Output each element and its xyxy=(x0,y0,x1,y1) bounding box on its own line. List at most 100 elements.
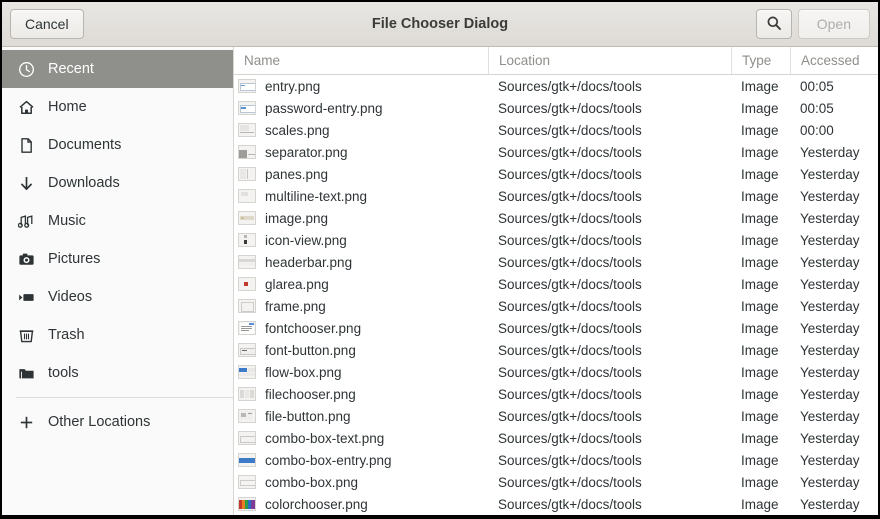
folder-icon xyxy=(16,363,36,383)
file-name-label: colorchooser.png xyxy=(265,497,368,512)
open-button[interactable]: Open xyxy=(798,9,870,39)
file-type-cell: Image xyxy=(731,497,790,512)
file-location-cell: Sources/gtk+/docs/tools xyxy=(488,145,731,160)
file-location-cell: Sources/gtk+/docs/tools xyxy=(488,79,731,94)
table-row[interactable]: flow-box.pngSources/gtk+/docs/toolsImage… xyxy=(234,361,878,383)
file-location-cell: Sources/gtk+/docs/tools xyxy=(488,321,731,336)
file-type-cell: Image xyxy=(731,123,790,138)
column-header-type[interactable]: Type xyxy=(731,47,790,74)
file-name-label: image.png xyxy=(265,211,328,226)
file-type-cell: Image xyxy=(731,343,790,358)
file-thumbnail-icon xyxy=(238,299,256,313)
file-type-cell: Image xyxy=(731,101,790,116)
table-row[interactable]: fontchooser.pngSources/gtk+/docs/toolsIm… xyxy=(234,317,878,339)
table-row[interactable]: combo-box.pngSources/gtk+/docs/toolsImag… xyxy=(234,471,878,493)
file-location-cell: Sources/gtk+/docs/tools xyxy=(488,497,731,512)
table-row[interactable]: headerbar.pngSources/gtk+/docs/toolsImag… xyxy=(234,251,878,273)
sidebar-item-recent[interactable]: Recent xyxy=(2,50,233,88)
table-row[interactable]: frame.pngSources/gtk+/docs/toolsImageYes… xyxy=(234,295,878,317)
file-name-cell: flow-box.png xyxy=(234,365,488,380)
file-list-rows[interactable]: entry.pngSources/gtk+/docs/toolsImage00:… xyxy=(234,75,878,515)
table-row[interactable]: panes.pngSources/gtk+/docs/toolsImageYes… xyxy=(234,163,878,185)
sidebar-item-label: tools xyxy=(48,365,79,381)
table-row[interactable]: scales.pngSources/gtk+/docs/toolsImage00… xyxy=(234,119,878,141)
file-accessed-cell: Yesterday xyxy=(790,211,878,226)
file-name-label: file-button.png xyxy=(265,409,351,424)
sidebar-item-trash[interactable]: Trash xyxy=(2,316,233,354)
file-type-cell: Image xyxy=(731,299,790,314)
cancel-button[interactable]: Cancel xyxy=(10,9,84,39)
sidebar-item-documents[interactable]: Documents xyxy=(2,126,233,164)
sidebar-item-music[interactable]: Music xyxy=(2,202,233,240)
file-thumbnail-icon xyxy=(238,79,256,93)
sidebar-item-tools[interactable]: tools xyxy=(2,354,233,392)
table-row[interactable]: font-button.pngSources/gtk+/docs/toolsIm… xyxy=(234,339,878,361)
table-row[interactable]: image.png Sources/gtk+/docs/toolsImageYes… xyxy=(234,207,878,229)
file-thumbnail-icon xyxy=(238,211,256,225)
file-location-cell: Sources/gtk+/docs/tools xyxy=(488,123,731,138)
camera-icon xyxy=(16,249,36,269)
file-name-cell: combo-box-text.png xyxy=(234,431,488,446)
file-type-cell: Image xyxy=(731,167,790,182)
file-accessed-cell: Yesterday xyxy=(790,409,878,424)
table-row[interactable]: filechooser.pngSources/gtk+/docs/toolsIm… xyxy=(234,383,878,405)
clock-icon xyxy=(16,59,36,79)
sidebar-item-videos[interactable]: Videos xyxy=(2,278,233,316)
file-thumbnail-icon xyxy=(238,475,256,489)
file-accessed-cell: Yesterday xyxy=(790,453,878,468)
file-name-label: combo-box-text.png xyxy=(265,431,384,446)
file-chooser-dialog: Cancel File Chooser Dialog Open xyxy=(2,2,878,515)
header-actions: Open xyxy=(756,9,870,39)
table-row[interactable]: password-entry.pngSources/gtk+/docs/tool… xyxy=(234,97,878,119)
file-accessed-cell: Yesterday xyxy=(790,343,878,358)
table-row[interactable]: separator.pngSources/gtk+/docs/toolsImag… xyxy=(234,141,878,163)
sidebar-item-downloads[interactable]: Downloads xyxy=(2,164,233,202)
file-type-cell: Image xyxy=(731,409,790,424)
file-location-cell: Sources/gtk+/docs/tools xyxy=(488,211,731,226)
file-accessed-cell: Yesterday xyxy=(790,475,878,490)
file-type-cell: Image xyxy=(731,365,790,380)
table-row[interactable]: entry.pngSources/gtk+/docs/toolsImage00:… xyxy=(234,75,878,97)
file-location-cell: Sources/gtk+/docs/tools xyxy=(488,453,731,468)
file-list-column-headers: Name Location Type Accessed xyxy=(234,47,878,75)
search-button[interactable] xyxy=(756,9,792,39)
file-thumbnail-icon xyxy=(238,145,256,159)
column-header-location[interactable]: Location xyxy=(488,47,731,74)
sidebar-item-label: Other Locations xyxy=(48,414,150,430)
sidebar-item-label: Trash xyxy=(48,327,85,343)
file-name-cell: file-button.png xyxy=(234,409,488,424)
file-type-cell: Image xyxy=(731,321,790,336)
table-row[interactable]: icon-view.pngSources/gtk+/docs/toolsImag… xyxy=(234,229,878,251)
table-row[interactable]: colorchooser.png Sources/gtk+/docs/toolsI… xyxy=(234,493,878,515)
column-header-accessed[interactable]: Accessed xyxy=(790,47,878,74)
file-name-cell: combo-box-entry.png xyxy=(234,453,488,468)
file-name-cell: glarea.png xyxy=(234,277,488,292)
search-icon xyxy=(766,15,782,34)
file-thumbnail-icon xyxy=(238,409,256,423)
dialog-header-bar: Cancel File Chooser Dialog Open xyxy=(2,2,878,47)
table-row[interactable]: file-button.png Sources/gtk+/docs/toolsIm… xyxy=(234,405,878,427)
sidebar-item-label: Home xyxy=(48,99,87,115)
file-type-cell: Image xyxy=(731,211,790,226)
sidebar-item-label: Downloads xyxy=(48,175,120,191)
video-icon xyxy=(16,287,36,307)
column-header-name[interactable]: Name xyxy=(234,47,488,74)
file-location-cell: Sources/gtk+/docs/tools xyxy=(488,409,731,424)
file-name-cell: fontchooser.png xyxy=(234,321,488,336)
sidebar-item-pictures[interactable]: Pictures xyxy=(2,240,233,278)
table-row[interactable]: glarea.pngSources/gtk+/docs/toolsImageYe… xyxy=(234,273,878,295)
file-name-label: password-entry.png xyxy=(265,101,383,116)
file-thumbnail-icon xyxy=(238,321,256,335)
sidebar-item-home[interactable]: Home xyxy=(2,88,233,126)
table-row[interactable]: combo-box-entry.pngSources/gtk+/docs/too… xyxy=(234,449,878,471)
file-name-label: frame.png xyxy=(265,299,326,314)
file-name-label: entry.png xyxy=(265,79,320,94)
table-row[interactable]: multiline-text.pngSources/gtk+/docs/tool… xyxy=(234,185,878,207)
file-name-cell: panes.png xyxy=(234,167,488,182)
sidebar-item-other-locations[interactable]: Other Locations xyxy=(2,403,233,441)
file-name-label: flow-box.png xyxy=(265,365,342,380)
table-row[interactable]: combo-box-text.pngSources/gtk+/docs/tool… xyxy=(234,427,878,449)
file-type-cell: Image xyxy=(731,189,790,204)
sidebar-divider xyxy=(16,397,233,398)
file-accessed-cell: 00:05 xyxy=(790,101,878,116)
